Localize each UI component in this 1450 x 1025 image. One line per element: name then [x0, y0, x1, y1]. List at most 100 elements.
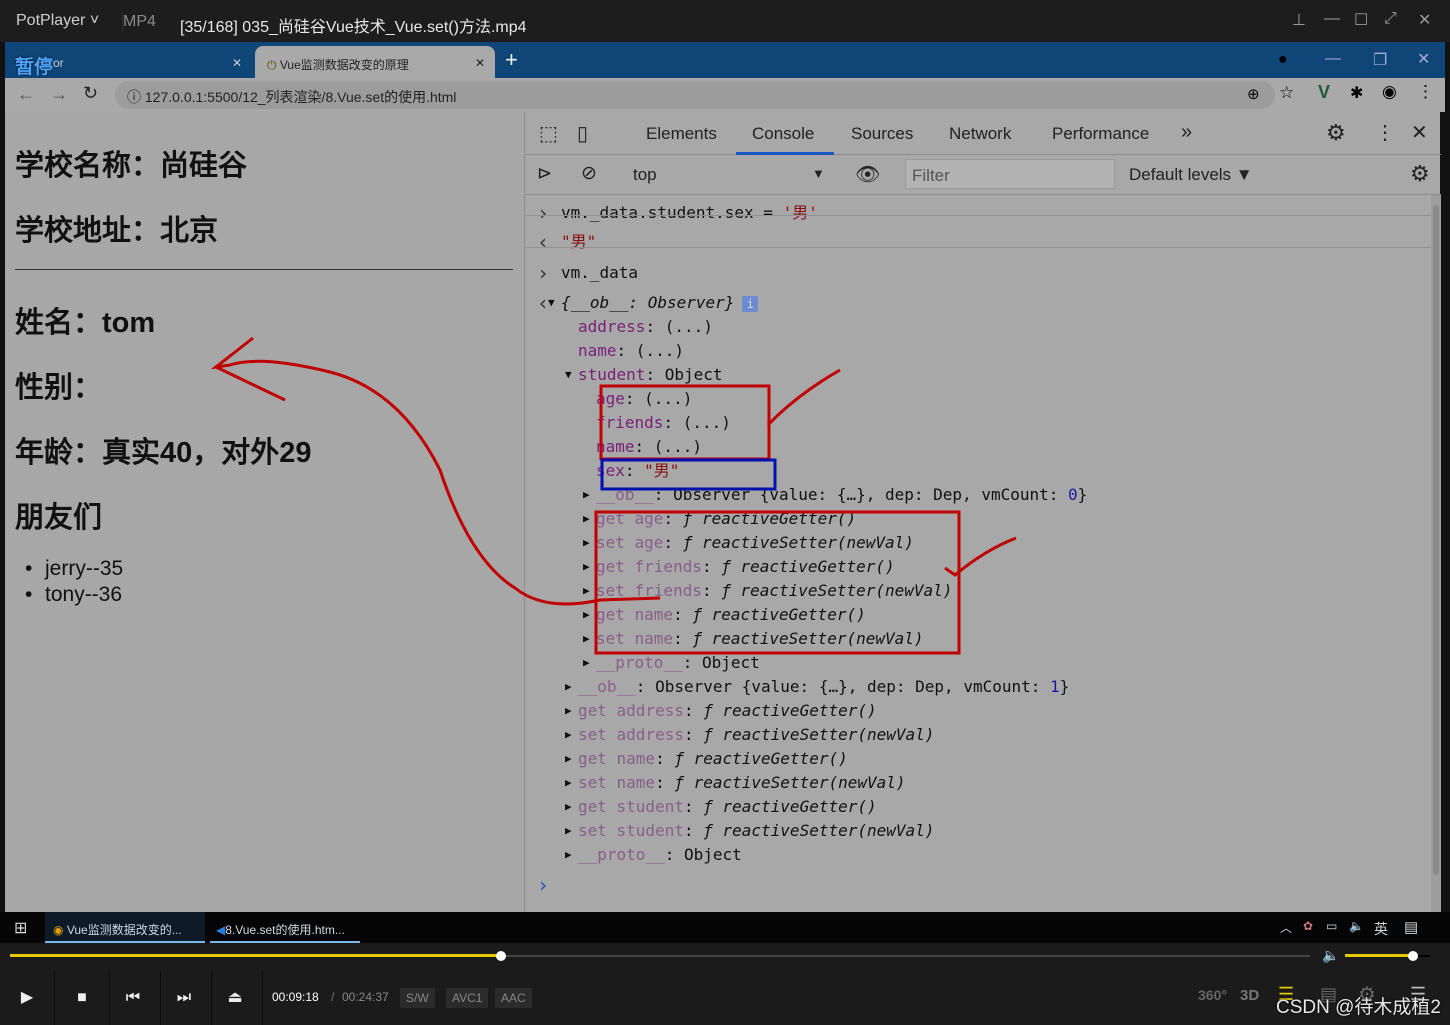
new-tab-button[interactable]: +: [505, 47, 518, 73]
clear-console-icon[interactable]: ⊘: [581, 162, 597, 185]
back-button[interactable]: ←: [17, 84, 35, 105]
console-line[interactable]: get age: ƒ reactiveGetter(): [596, 507, 856, 531]
play-button[interactable]: ▶: [0, 970, 55, 1025]
badge-renderer[interactable]: S/W: [400, 988, 435, 1008]
expand-triangle-icon[interactable]: ▶: [583, 627, 590, 651]
badge-video-codec[interactable]: AVC1: [446, 988, 489, 1008]
volume-tray-icon[interactable]: 🔈: [1349, 919, 1364, 933]
pin-icon[interactable]: ⊥: [1292, 10, 1306, 30]
profile-avatar[interactable]: ◉: [1382, 82, 1397, 102]
volume-icon[interactable]: 🔈: [1322, 947, 1339, 964]
expand-triangle-icon[interactable]: ▶: [583, 555, 590, 579]
console-line[interactable]: __proto__: Object: [596, 651, 760, 675]
console-line[interactable]: get friends: ƒ reactiveGetter(): [596, 555, 895, 579]
kebab-menu-icon[interactable]: ⋮: [1375, 120, 1395, 145]
expand-triangle-icon[interactable]: ▶: [565, 819, 572, 843]
bookmark-star-icon[interactable]: ☆: [1279, 83, 1294, 103]
url-input[interactable]: ⓘ 127.0.0.1:5500/12_列表渲染/8.Vue.set的使用.ht…: [115, 81, 1275, 109]
tray-chevron-icon[interactable]: ︿: [1280, 919, 1292, 936]
window-restore[interactable]: ❐: [1373, 50, 1387, 70]
expand-triangle-icon[interactable]: ▶: [583, 507, 590, 531]
console-line[interactable]: set address: ƒ reactiveSetter(newVal): [578, 723, 934, 747]
collapse-triangle-icon[interactable]: ▼: [565, 363, 572, 387]
tab-sources[interactable]: Sources: [851, 124, 913, 144]
expand-triangle-icon[interactable]: ▶: [583, 531, 590, 555]
log-levels-dropdown[interactable]: Default levels ▼: [1129, 165, 1253, 185]
expand-triangle-icon[interactable]: ▶: [565, 723, 572, 747]
console-line[interactable]: get address: ƒ reactiveGetter(): [578, 699, 877, 723]
tab-performance[interactable]: Performance: [1052, 124, 1149, 144]
tab-console[interactable]: Console: [752, 124, 814, 144]
player-menu[interactable]: PotPlayer ˅: [16, 12, 99, 30]
expand-triangle-icon[interactable]: ▶: [565, 675, 572, 699]
fullscreen-button[interactable]: ⤢: [1384, 10, 1397, 28]
console-line[interactable]: set friends: ƒ reactiveSetter(newVal): [596, 579, 952, 603]
ime-indicator[interactable]: 英: [1374, 919, 1388, 939]
expand-triangle-icon[interactable]: ▶: [583, 603, 590, 627]
expand-triangle-icon[interactable]: ▶: [565, 795, 572, 819]
maximize-button[interactable]: ☐: [1354, 10, 1368, 30]
console-line[interactable]: {__ob__: Observer} i: [561, 291, 759, 315]
console-line[interactable]: get name: ƒ reactiveGetter(): [578, 747, 848, 771]
volume-handle[interactable]: [1408, 951, 1418, 961]
expand-triangle-icon[interactable]: ▶: [565, 843, 572, 867]
console-line[interactable]: get student: ƒ reactiveGetter(): [578, 795, 877, 819]
seek-handle[interactable]: [496, 951, 507, 961]
eye-icon[interactable]: 👁: [855, 162, 880, 187]
info-badge-icon[interactable]: i: [742, 296, 759, 312]
window-close[interactable]: ✕: [1417, 49, 1430, 69]
console-line[interactable]: set name: ƒ reactiveSetter(newVal): [578, 771, 906, 795]
collapse-triangle-icon[interactable]: ▼: [548, 291, 555, 315]
taskbar-chrome[interactable]: ◉ Vue监测数据改变的...: [45, 912, 205, 943]
zoom-icon[interactable]: ⊕: [1247, 85, 1260, 103]
console-line[interactable]: set age: ƒ reactiveSetter(newVal): [596, 531, 914, 555]
context-dropdown-icon[interactable]: ▼: [812, 166, 825, 181]
badge-audio-codec[interactable]: AAC: [495, 988, 532, 1008]
battery-icon[interactable]: ▭: [1326, 919, 1337, 933]
tab-network[interactable]: Network: [949, 124, 1011, 144]
expand-triangle-icon[interactable]: ▶: [565, 699, 572, 723]
console-input-prompt[interactable]: ›: [537, 873, 549, 897]
eject-button[interactable]: ⏏: [208, 970, 263, 1025]
extensions-icon[interactable]: ✱: [1350, 83, 1363, 103]
sidebar-toggle-icon[interactable]: ⊳: [537, 163, 552, 184]
context-select[interactable]: top: [633, 165, 657, 185]
expand-triangle-icon[interactable]: ▶: [565, 747, 572, 771]
console-line[interactable]: student: Object: [578, 363, 723, 387]
minimize-button[interactable]: —: [1324, 10, 1340, 28]
console-line[interactable]: get name: ƒ reactiveGetter(): [596, 603, 866, 627]
expand-triangle-icon[interactable]: ▶: [583, 651, 590, 675]
previous-button[interactable]: ⏮: [106, 970, 161, 1025]
close-button[interactable]: ✕: [1418, 10, 1431, 30]
forward-button[interactable]: →: [50, 84, 68, 105]
more-tabs-icon[interactable]: »: [1181, 121, 1192, 144]
expand-triangle-icon[interactable]: ▶: [565, 771, 572, 795]
device-toggle-icon[interactable]: ▯: [577, 121, 588, 146]
console-line[interactable]: __ob__: Observer {value: {…}, dep: Dep, …: [596, 483, 1087, 507]
menu-icon[interactable]: ⋮: [1417, 82, 1434, 102]
stop-button[interactable]: ■: [55, 970, 110, 1025]
taskbar-vscode[interactable]: ◀8.Vue.set的使用.htm...: [210, 912, 360, 943]
console-line[interactable]: __proto__: Object: [578, 843, 742, 867]
vue-devtools-icon[interactable]: V: [1318, 82, 1330, 103]
expand-triangle-icon[interactable]: ▶: [583, 579, 590, 603]
360-icon[interactable]: 360°: [1198, 987, 1227, 1003]
expand-triangle-icon[interactable]: ▶: [583, 483, 590, 507]
tab-elements[interactable]: Elements: [646, 124, 717, 144]
tab-vue[interactable]: ⏻ Vue监测数据改变的原理 ✕: [255, 46, 495, 78]
console-line[interactable]: set name: ƒ reactiveSetter(newVal): [596, 627, 924, 651]
console-line[interactable]: __ob__: Observer {value: {…}, dep: Dep, …: [578, 675, 1069, 699]
seek-bar[interactable]: 🔈: [0, 943, 1450, 970]
windows-start-icon[interactable]: ⊞: [14, 918, 27, 938]
next-button[interactable]: ⏭: [157, 970, 212, 1025]
reload-button[interactable]: ↻: [83, 83, 98, 104]
close-devtools-icon[interactable]: ✕: [1411, 120, 1428, 145]
3d-icon[interactable]: 3D: [1240, 987, 1259, 1004]
console-scrollbar[interactable]: [1431, 195, 1441, 912]
notification-icon[interactable]: ▤: [1404, 918, 1418, 936]
settings-gear-icon[interactable]: ⚙: [1326, 120, 1346, 146]
window-minimize[interactable]: —: [1325, 50, 1341, 68]
inspect-icon[interactable]: ⬚: [539, 121, 558, 146]
tray-app-icon[interactable]: ✿: [1303, 919, 1313, 933]
console-line[interactable]: set student: ƒ reactiveSetter(newVal): [578, 819, 934, 843]
